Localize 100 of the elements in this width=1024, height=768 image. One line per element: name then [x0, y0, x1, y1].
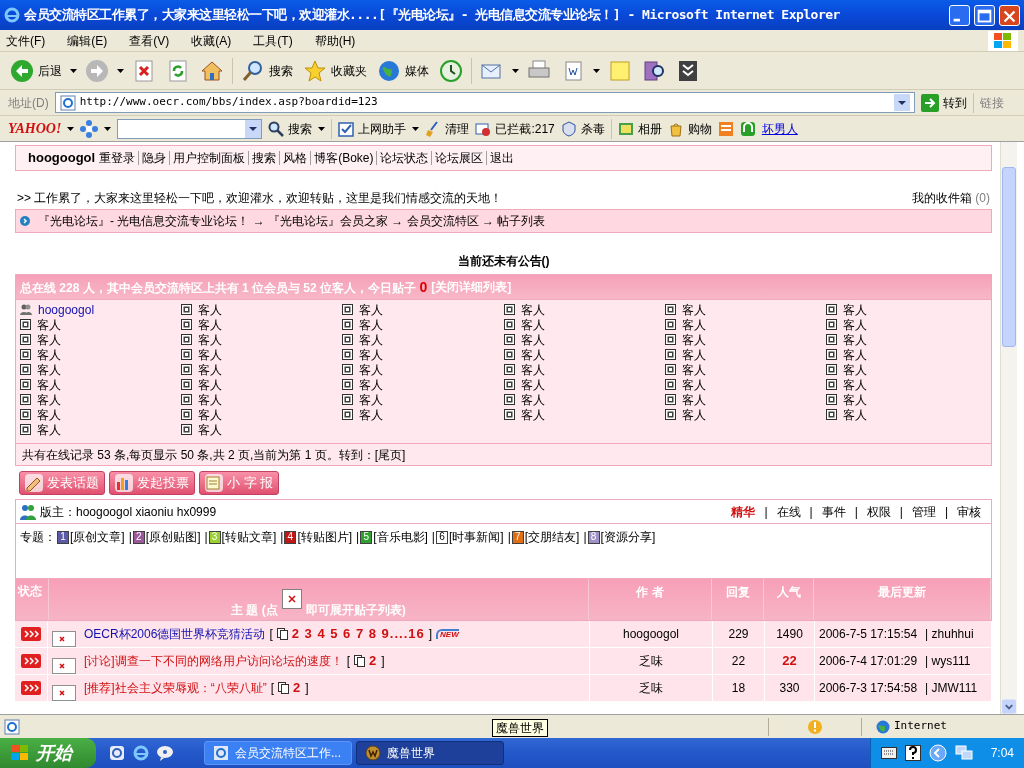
- last-user-link[interactable]: | wys111: [925, 652, 971, 670]
- album-button[interactable]: 相册: [617, 119, 662, 138]
- caret-icon[interactable]: [412, 126, 420, 131]
- nav-link[interactable]: 博客(Boke): [314, 149, 374, 167]
- topic-link[interactable]: [资源分享]: [600, 528, 656, 546]
- nav-link[interactable]: 风格: [283, 149, 308, 167]
- media-button[interactable]: 媒体: [375, 55, 431, 86]
- author-link[interactable]: hoogoogol: [622, 625, 680, 643]
- scroll-down-icon[interactable]: [1002, 699, 1016, 714]
- online-summary: 总在线 228 人，其中会员交流特区上共有 1 位会员与 52 位客人，今日贴子 0: [20, 277, 428, 297]
- address-field[interactable]: http://www.oecr.com/bbs/index.asp?boardid=123: [54, 92, 915, 113]
- caret-icon[interactable]: [512, 68, 519, 73]
- nav-link[interactable]: 隐身: [142, 149, 167, 167]
- topic-title-link[interactable]: OECR杯2006德国世界杯竞猜活动: [84, 625, 266, 643]
- author-link[interactable]: 乏味: [639, 652, 663, 670]
- menu-item[interactable]: 工具(T): [253, 31, 293, 50]
- topic-link[interactable]: [音乐电影]: [373, 528, 428, 546]
- tool-link[interactable]: 权限: [866, 502, 891, 521]
- topic-link[interactable]: [交朋结友]: [524, 528, 580, 546]
- last-user-link[interactable]: | zhuhhui: [925, 625, 974, 643]
- topic-title-link[interactable]: [推荐]社会主义荣辱观：“八荣八耻”: [84, 679, 267, 697]
- tool-link[interactable]: 在线: [776, 502, 801, 521]
- member-link[interactable]: hoogoogol: [38, 300, 95, 319]
- menu-item[interactable]: 收藏(A): [191, 31, 232, 50]
- menu-item[interactable]: 帮助(H): [314, 31, 356, 50]
- clean-button[interactable]: 清理: [425, 119, 470, 138]
- nav-link[interactable]: 论坛展区: [435, 149, 484, 167]
- refresh-icon[interactable]: [166, 58, 190, 83]
- status-icon[interactable]: [21, 654, 41, 668]
- keyboard-icon[interactable]: [880, 747, 897, 759]
- caret-icon[interactable]: [104, 126, 112, 131]
- flower-icon[interactable]: [80, 119, 99, 138]
- topic-link[interactable]: [转贴文章]: [221, 528, 277, 546]
- blocked-button[interactable]: 已拦截:217: [475, 119, 555, 138]
- search-button[interactable]: 搜索: [239, 55, 295, 86]
- topic-title-link[interactable]: [讨论]调查一下不同的网络用户访问论坛的速度！: [84, 652, 343, 670]
- helper-button[interactable]: 上网助手: [338, 119, 407, 138]
- menu-item[interactable]: 文件(F): [6, 31, 46, 50]
- taskbar-button[interactable]: 魔兽世界: [356, 741, 504, 765]
- caret-icon[interactable]: [593, 68, 600, 73]
- status-icon[interactable]: [21, 681, 41, 695]
- tool-link[interactable]: 审核: [957, 502, 981, 521]
- tool-link[interactable]: 事件: [821, 502, 846, 521]
- antivirus-button[interactable]: 杀毒: [560, 119, 605, 138]
- help-icon[interactable]: [904, 745, 921, 761]
- topic-link[interactable]: [转贴图片]: [297, 528, 353, 546]
- network-icon[interactable]: [954, 745, 973, 761]
- close-icon[interactable]: [999, 4, 1020, 26]
- rss-icon[interactable]: [717, 120, 734, 137]
- topic-link[interactable]: [时事新闻]: [449, 528, 504, 546]
- page-links[interactable]: 2: [369, 651, 378, 671]
- search-field[interactable]: [117, 118, 263, 139]
- nav-link[interactable]: 论坛状态: [380, 149, 429, 167]
- separator: |: [280, 529, 284, 546]
- author-link[interactable]: 乏味: [639, 679, 663, 697]
- topic-number-badge: 2: [132, 530, 145, 544]
- taskbar-button[interactable]: 会员交流特区工作...: [204, 741, 352, 765]
- topic-link[interactable]: [原创贴图]: [145, 528, 201, 546]
- nav-link[interactable]: 重登录: [99, 149, 136, 167]
- nav-link[interactable]: 用户控制面板: [173, 149, 246, 167]
- separator: |: [431, 529, 435, 546]
- menu-item[interactable]: 编辑(E): [67, 31, 108, 50]
- menu-item[interactable]: 查看(V): [129, 31, 170, 50]
- status-icon[interactable]: [21, 627, 41, 641]
- guest-name: 客人: [681, 316, 706, 334]
- last-user-link[interactable]: | JMW111: [925, 679, 978, 697]
- clock: 7:04: [990, 745, 1014, 762]
- guest-name: 客人: [520, 346, 545, 364]
- history-icon[interactable]: [439, 58, 463, 83]
- caret-icon[interactable]: [67, 126, 75, 131]
- nav-link[interactable]: 搜索: [252, 149, 277, 167]
- caret-icon[interactable]: [117, 68, 124, 73]
- book-icon[interactable]: [642, 58, 666, 83]
- dropdown-icon[interactable]: [245, 119, 262, 138]
- chevrons-icon[interactable]: [676, 58, 700, 83]
- back-button[interactable]: 后退: [8, 55, 64, 86]
- scrollbar[interactable]: [1000, 142, 1017, 714]
- caret-icon[interactable]: [318, 126, 326, 131]
- shopping-button[interactable]: 购物: [667, 119, 712, 138]
- inbox-link[interactable]: 我的收件箱 (0): [912, 189, 990, 207]
- username[interactable]: hoogoogol: [28, 148, 96, 168]
- tool-link[interactable]: 精华: [731, 502, 756, 521]
- link[interactable]: 坏男人: [761, 119, 798, 138]
- go-button[interactable]: 转到: [921, 93, 967, 112]
- page-links[interactable]: 2: [293, 678, 302, 698]
- caret-icon[interactable]: [70, 68, 77, 73]
- nav-link[interactable]: 退出: [490, 149, 515, 167]
- yahoo-logo[interactable]: YAHOO!: [8, 118, 62, 139]
- expand-tray-icon[interactable]: [928, 744, 947, 762]
- page-links[interactable]: 2 3 4 5 6 7 8 9....16: [291, 624, 425, 644]
- column-header: 即可展开贴子列表): [305, 602, 406, 619]
- chat-icon[interactable]: [156, 744, 174, 762]
- maximize-icon[interactable]: [974, 4, 995, 26]
- favorites-button[interactable]: 收藏夹: [301, 55, 369, 86]
- minimize-icon[interactable]: [949, 4, 970, 26]
- search-button[interactable]: 搜索: [268, 119, 313, 138]
- tool-link[interactable]: 管理: [911, 502, 936, 521]
- stop-icon[interactable]: [132, 58, 156, 83]
- topic-link[interactable]: [原创文章]: [70, 528, 125, 546]
- dropdown-icon[interactable]: [894, 94, 910, 111]
